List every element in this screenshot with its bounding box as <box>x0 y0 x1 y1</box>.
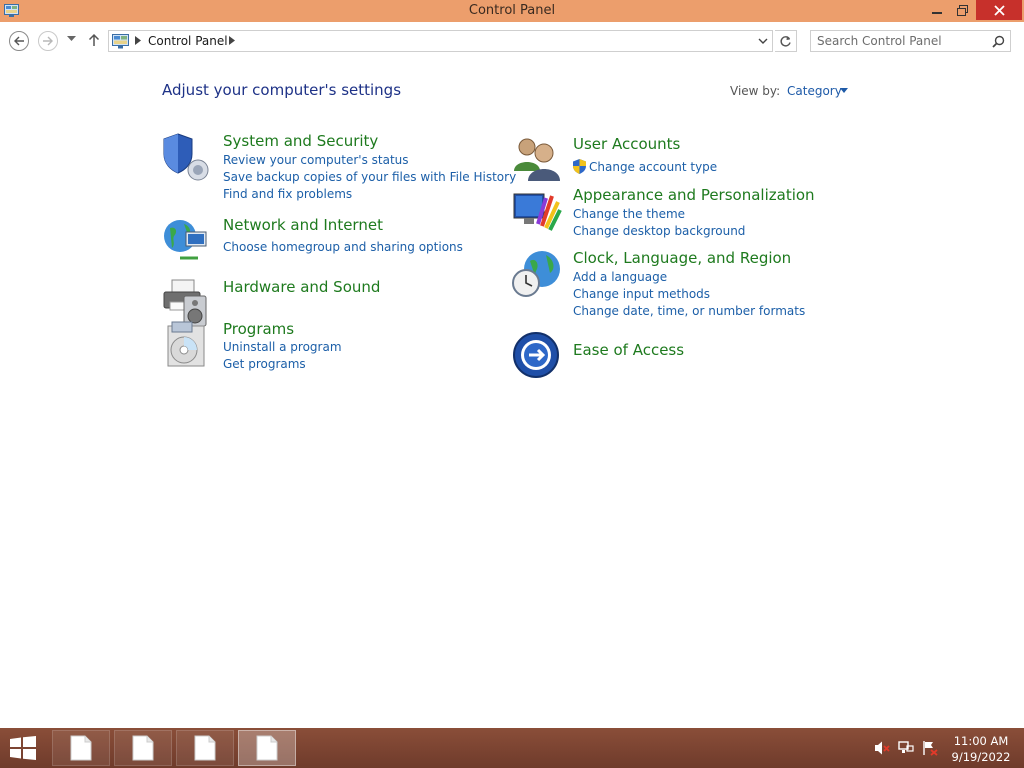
monitor-palette-icon[interactable] <box>512 186 562 236</box>
network-icon[interactable] <box>898 740 914 756</box>
address-bar[interactable]: Control Panel <box>108 30 773 52</box>
uac-shield-icon <box>573 159 586 174</box>
document-icon <box>132 735 154 761</box>
action-center-flag-icon[interactable] <box>922 740 938 756</box>
search-icon[interactable] <box>992 35 1005 48</box>
page-heading: Adjust your computer's settings <box>162 81 402 99</box>
document-icon <box>194 735 216 761</box>
search-input[interactable] <box>817 33 987 49</box>
document-icon <box>256 735 278 761</box>
minimize-icon <box>932 12 942 14</box>
category-link[interactable]: Find and fix problems <box>223 187 352 201</box>
taskbar-app-button[interactable] <box>114 730 172 766</box>
category-link[interactable]: Get programs <box>223 357 306 371</box>
category-title[interactable]: System and Security <box>223 132 378 150</box>
shield-icon[interactable] <box>162 132 212 182</box>
category-title[interactable]: Appearance and Personalization <box>573 186 815 204</box>
title-bar[interactable]: Control Panel <box>0 0 1024 22</box>
category-title[interactable]: Clock, Language, and Region <box>573 249 791 267</box>
close-icon <box>993 4 1005 16</box>
taskbar-clock[interactable]: 11:00 AM 9/19/2022 <box>944 733 1018 765</box>
category-title[interactable]: Network and Internet <box>223 216 383 234</box>
view-by-dropdown-arrow-icon[interactable] <box>840 88 848 93</box>
programs-disc-icon[interactable] <box>162 320 212 370</box>
forward-arrow-icon <box>43 36 53 46</box>
window-title: Control Panel <box>468 3 556 18</box>
taskbar-app-button[interactable] <box>52 730 110 766</box>
category-link[interactable]: Uninstall a program <box>223 340 342 354</box>
category-link[interactable]: Change desktop background <box>573 224 745 238</box>
ease-of-access-icon[interactable] <box>512 331 562 381</box>
network-globe-icon[interactable] <box>162 216 212 266</box>
breadcrumb-separator-icon[interactable] <box>135 36 141 45</box>
start-button-windows-icon[interactable] <box>8 736 38 760</box>
address-history-chevron-icon[interactable] <box>758 36 768 46</box>
taskbar: 11:00 AM 9/19/2022 <box>0 728 1024 768</box>
category-title[interactable]: Hardware and Sound <box>223 278 380 296</box>
control-panel-window: Control Panel Control Panel Search Contr… <box>0 0 1024 728</box>
volume-muted-icon[interactable] <box>874 740 890 756</box>
refresh-icon <box>780 35 791 46</box>
breadcrumb-control-panel[interactable]: Control Panel <box>148 34 228 48</box>
category-title[interactable]: User Accounts <box>573 135 680 153</box>
clock-date: 9/19/2022 <box>951 750 1011 764</box>
category-title[interactable]: Ease of Access <box>573 341 684 359</box>
minimize-button[interactable] <box>925 0 949 20</box>
taskbar-app-button-active[interactable] <box>238 730 296 766</box>
forward-button[interactable] <box>38 31 58 51</box>
document-icon <box>70 735 92 761</box>
refresh-button[interactable] <box>775 30 797 52</box>
control-panel-icon <box>112 34 129 49</box>
category-link[interactable]: Add a language <box>573 270 667 284</box>
view-by-label: View by: <box>730 84 781 98</box>
category-link[interactable]: Review your computer's status <box>223 153 409 167</box>
category-title[interactable]: Programs <box>223 320 294 338</box>
category-link[interactable]: Choose homegroup and sharing options <box>223 240 463 254</box>
category-link[interactable]: Change date, time, or number formats <box>573 304 805 318</box>
view-by-dropdown[interactable]: Category <box>787 84 842 98</box>
navigation-bar: Control Panel <box>0 22 1024 60</box>
close-button[interactable] <box>976 0 1022 20</box>
clock-time: 11:00 AM <box>953 734 1009 748</box>
restore-button[interactable] <box>950 0 974 20</box>
category-link[interactable]: Change account type <box>589 160 717 174</box>
restore-icon <box>956 4 968 16</box>
users-icon[interactable] <box>512 135 562 185</box>
up-arrow-icon[interactable] <box>88 33 100 47</box>
category-link[interactable]: Change input methods <box>573 287 710 301</box>
search-box[interactable] <box>810 30 1011 52</box>
globe-clock-icon[interactable] <box>512 249 562 299</box>
category-link[interactable]: Save backup copies of your files with Fi… <box>223 170 516 184</box>
back-arrow-icon <box>14 36 24 46</box>
breadcrumb-separator-icon[interactable] <box>229 36 235 45</box>
taskbar-app-button[interactable] <box>176 730 234 766</box>
category-link[interactable]: Change the theme <box>573 207 685 221</box>
back-button[interactable] <box>9 31 29 51</box>
recent-locations-dropdown-icon[interactable] <box>67 36 76 42</box>
